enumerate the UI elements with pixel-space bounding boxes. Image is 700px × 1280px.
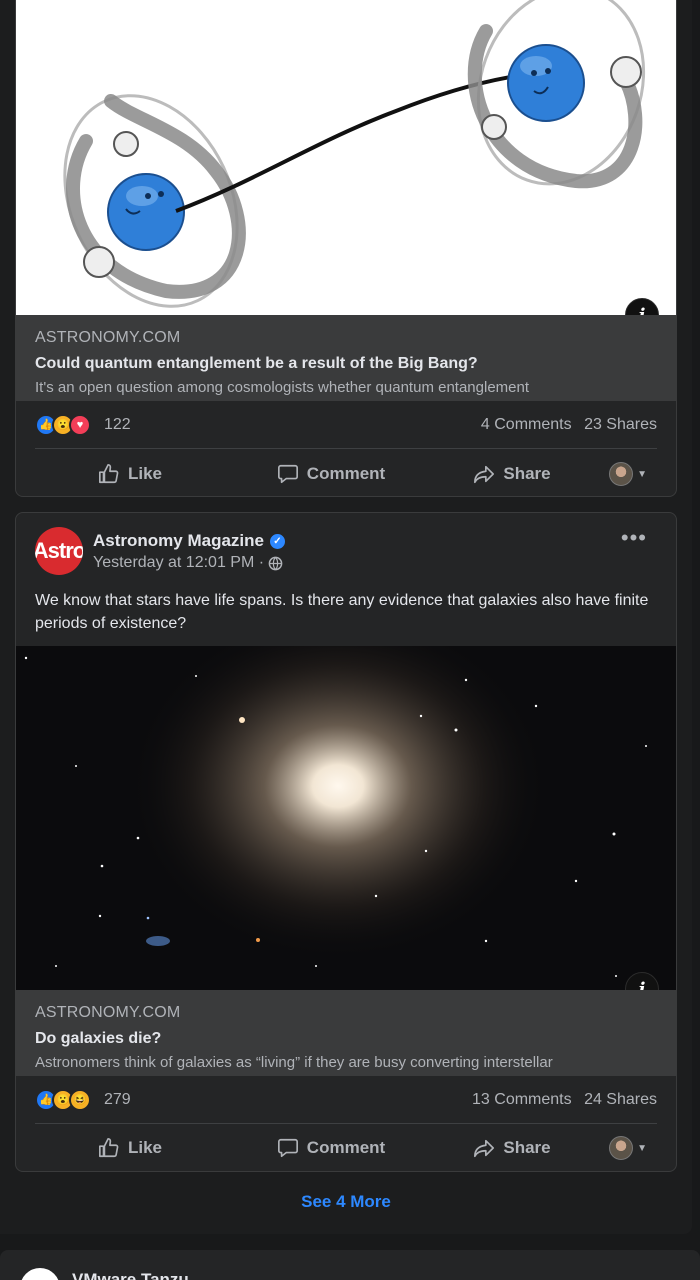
share-label: Share — [503, 1138, 551, 1157]
reactions-count-button[interactable]: 👍 😮 😆 279 — [35, 1088, 131, 1111]
share-button[interactable]: Share — [437, 1128, 587, 1168]
link-preview[interactable]: ASTRONOMY.COM Could quantum entanglement… — [16, 315, 676, 401]
link-description: It's an open question among cosmologists… — [35, 379, 530, 396]
reactions-count-button[interactable]: 👍 😮 ♥ 122 — [35, 413, 131, 436]
page-avatar[interactable]: Astro — [35, 527, 83, 575]
reaction-profile-selector[interactable]: ▼ — [609, 1136, 647, 1160]
reactions-summary: 👍 😮 😆 279 13 Comments 24 Shares — [35, 1076, 657, 1124]
share-arrow-icon — [474, 1139, 495, 1158]
reaction-profile-selector[interactable]: ▼ — [609, 462, 647, 486]
link-title: Could quantum entanglement be a result o… — [35, 355, 478, 372]
post-card: i ASTRONOMY.COM Could quantum entangleme… — [15, 0, 677, 497]
post-actions: Like Comment Share ▼ — [35, 1124, 657, 1171]
post-header: Astro Astronomy Magazine ✓ Yesterday at … — [35, 527, 657, 577]
comment-icon — [277, 1138, 298, 1158]
comment-label: Comment — [306, 1138, 386, 1157]
page-avatar[interactable] — [20, 1268, 60, 1280]
comment-label: Comment — [306, 464, 386, 483]
globe-icon — [268, 556, 283, 570]
comment-button[interactable]: Comment — [225, 1128, 437, 1168]
post-text: We know that stars have life spans. Is t… — [35, 592, 649, 632]
like-button[interactable]: Like — [35, 1128, 225, 1168]
link-title: Do galaxies die? — [35, 1030, 162, 1047]
avatar — [609, 1136, 634, 1160]
link-description: Astronomers think of galaxies as “living… — [35, 1054, 553, 1071]
post-image[interactable] — [16, 646, 676, 990]
love-reaction-icon: ♥ — [69, 413, 91, 436]
comment-button[interactable]: Comment — [225, 454, 437, 494]
comments-count-link[interactable]: 13 Comments — [472, 1091, 572, 1108]
next-post-card: VMware Tanzu — [0, 1250, 700, 1280]
galaxy-photo — [16, 646, 676, 990]
page-name-link[interactable]: Astronomy Magazine — [93, 531, 264, 551]
haha-reaction-icon: 😆 — [69, 1088, 91, 1111]
page-name-link[interactable]: VMware Tanzu — [72, 1270, 189, 1280]
link-domain: ASTRONOMY.COM — [35, 329, 181, 346]
post-timestamp[interactable]: Yesterday at 12:01 PM · — [93, 554, 264, 572]
share-label: Share — [503, 464, 551, 483]
link-domain: ASTRONOMY.COM — [35, 1004, 181, 1021]
avatar — [609, 462, 634, 486]
verified-badge-icon: ✓ — [269, 533, 285, 549]
like-label: Like — [127, 464, 163, 483]
caret-down-icon: ▼ — [637, 468, 647, 480]
feed-section: i ASTRONOMY.COM Could quantum entangleme… — [0, 0, 692, 1234]
shares-count-link[interactable]: 24 Shares — [584, 1091, 657, 1108]
thumbs-up-icon — [98, 1138, 119, 1158]
caret-down-icon: ▼ — [637, 1142, 647, 1154]
reaction-count: 279 — [104, 1090, 131, 1108]
shares-count-link[interactable]: 23 Shares — [584, 416, 657, 433]
thumbs-up-icon — [98, 464, 119, 484]
see-more-button[interactable]: See 4 More — [0, 1192, 692, 1212]
post-actions: Like Comment Share ▼ — [35, 450, 657, 496]
share-button[interactable]: Share — [437, 454, 587, 494]
reactions-summary: 👍 😮 ♥ 122 4 Comments 23 Shares — [35, 401, 657, 449]
link-preview[interactable]: ASTRONOMY.COM Do galaxies die? Astronome… — [16, 990, 676, 1076]
comment-icon — [277, 464, 298, 484]
post-image[interactable] — [16, 0, 676, 315]
more-options-icon[interactable]: ••• — [621, 527, 647, 549]
quantum-entanglement-illustration — [63, 0, 646, 308]
share-arrow-icon — [474, 465, 495, 484]
post-card: Astro Astronomy Magazine ✓ Yesterday at … — [15, 512, 677, 1172]
like-label: Like — [127, 1138, 163, 1157]
comments-count-link[interactable]: 4 Comments — [481, 416, 572, 433]
like-button[interactable]: Like — [35, 454, 225, 494]
reaction-count: 122 — [104, 415, 131, 433]
